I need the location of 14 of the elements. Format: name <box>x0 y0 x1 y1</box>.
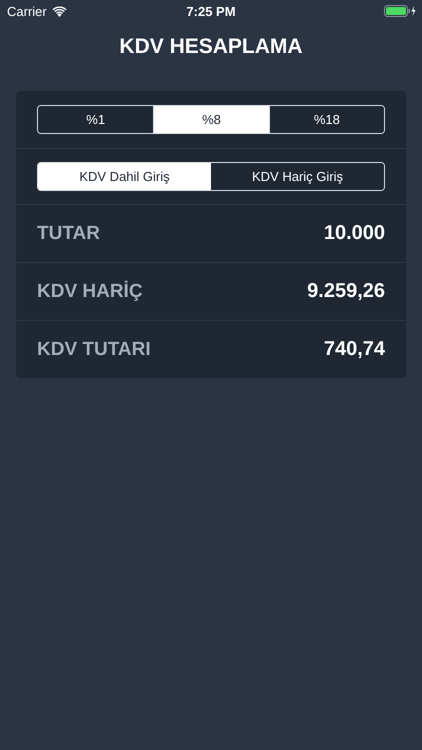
rate-tab[interactable]: %8 <box>153 106 269 133</box>
row-label: KDV TUTARI <box>37 338 151 360</box>
row-label: KDV HARİÇ <box>37 280 143 302</box>
status-time: 7:25 PM <box>186 4 236 18</box>
row-value: 10.000 <box>324 222 385 245</box>
row-label: TUTAR <box>37 222 100 244</box>
battery-charging-icon <box>384 5 416 17</box>
row-value: 740,74 <box>324 338 385 361</box>
mode-tab[interactable]: KDV Dahil Giriş <box>38 163 211 190</box>
screen-title: KDV HESAPLAMA <box>118 34 304 60</box>
row-value: 9.259,26 <box>307 280 385 303</box>
wifi-icon <box>52 6 67 16</box>
rate-tab[interactable]: %18 <box>268 106 384 133</box>
carrier-name: Carrier <box>7 4 47 18</box>
